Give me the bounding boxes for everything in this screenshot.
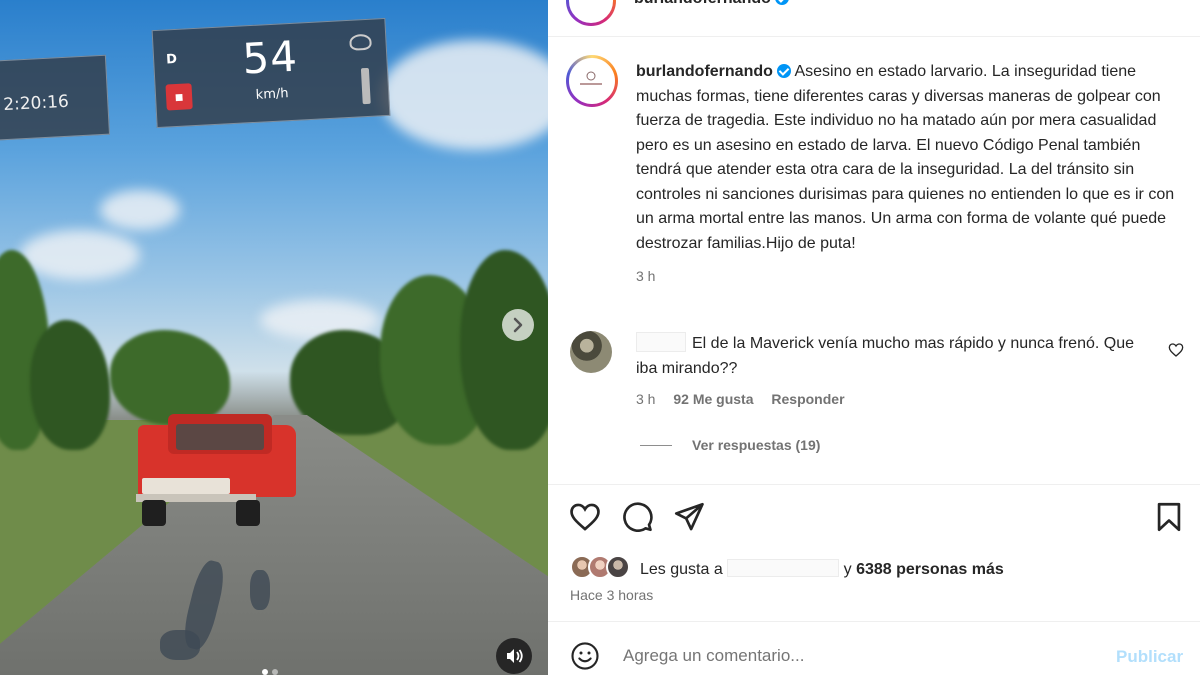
- comment-meta: 3 h 92 Me gusta Responder: [636, 391, 859, 407]
- header-username[interactable]: burlandofernando: [634, 0, 789, 8]
- redacted-username[interactable]: [636, 332, 686, 352]
- likes-text[interactable]: Les gusta a y 6388 personas más: [640, 559, 1004, 579]
- truck-grille: [142, 478, 230, 494]
- paper-plane-icon: [674, 502, 704, 531]
- speed-unit: km/h: [255, 86, 289, 103]
- view-replies-button[interactable]: Ver respuestas (19): [640, 437, 820, 453]
- sound-toggle-button[interactable]: [496, 638, 532, 674]
- cloud: [380, 40, 548, 150]
- speaker-icon: [507, 649, 523, 663]
- comment-button[interactable]: [620, 500, 654, 539]
- comment-bubble-icon: [623, 502, 653, 532]
- liker-avatar: [606, 555, 630, 579]
- post-actions: [568, 500, 1188, 534]
- caption-username[interactable]: burlandofernando: [636, 63, 773, 80]
- next-slide-button[interactable]: [502, 309, 534, 341]
- publish-button[interactable]: Publicar: [1116, 647, 1183, 667]
- comment-like-button[interactable]: [1168, 342, 1184, 363]
- save-button[interactable]: [1152, 500, 1186, 539]
- post-side-panel: burlandofernando burlandofernando Asesin…: [548, 0, 1200, 675]
- comment-likes[interactable]: 92 Me gusta: [673, 391, 753, 407]
- brand-logo-icon: [580, 71, 602, 85]
- bookmark-icon: [1157, 502, 1181, 532]
- speed-value: 54: [241, 31, 300, 84]
- caption-text: Asesino en estado larvario. La insegurid…: [636, 63, 1175, 252]
- likes-count[interactable]: 6388 personas más: [856, 561, 1004, 578]
- actions-divider: [548, 484, 1200, 485]
- share-button[interactable]: [672, 500, 706, 539]
- verified-badge-icon: [774, 0, 789, 5]
- emoji-button[interactable]: [570, 641, 600, 675]
- heart-icon: [1168, 343, 1184, 357]
- comment-text: El de la Maverick venía mucho mas rápido…: [636, 335, 1134, 377]
- dashcam-speed-panel: D ■ 54 km/h: [151, 17, 391, 129]
- steering-wheel-icon: [349, 33, 372, 51]
- truck-wheel: [142, 500, 166, 526]
- dashcam-clock: 2:20:16: [0, 54, 111, 142]
- road-crack: [250, 570, 270, 610]
- post-caption: burlandofernando Asesino en estado larva…: [636, 60, 1176, 289]
- carousel-dot: [272, 669, 278, 675]
- like-button[interactable]: [568, 500, 602, 539]
- truck-wheel: [236, 500, 260, 526]
- caption-avatar[interactable]: [566, 55, 618, 107]
- chevron-right-icon: [513, 317, 523, 333]
- level-bar: [360, 67, 371, 105]
- header-divider: [548, 36, 1200, 37]
- road-crack: [160, 630, 200, 660]
- post-time[interactable]: Hace 3 horas: [570, 587, 653, 603]
- comment-input[interactable]: [623, 646, 1103, 666]
- cloud: [100, 190, 180, 230]
- caption-time[interactable]: 3 h: [636, 264, 1176, 289]
- header-avatar[interactable]: [566, 0, 616, 26]
- redacted-liker[interactable]: [727, 559, 840, 577]
- truck-window: [176, 424, 264, 450]
- carousel-dot-active: [262, 669, 268, 675]
- cloud: [20, 230, 140, 280]
- verified-badge-icon: [776, 64, 791, 78]
- carousel-dots: [262, 662, 282, 675]
- seatbelt-warning-icon: ■: [165, 83, 193, 111]
- composer-divider: [548, 621, 1200, 622]
- comment: El de la Maverick venía mucho mas rápido…: [636, 332, 1136, 381]
- smiley-icon: [571, 642, 599, 670]
- gear-indicator: D: [165, 51, 178, 68]
- reply-button[interactable]: Responder: [771, 391, 844, 407]
- tree: [30, 320, 110, 450]
- dashcam-time: 2:20:16: [2, 91, 70, 116]
- commenter-avatar[interactable]: [570, 331, 612, 373]
- comment-time[interactable]: 3 h: [636, 391, 655, 407]
- post-media[interactable]: 2:20:16 D ■ 54 km/h: [0, 0, 548, 675]
- heart-icon: [570, 503, 600, 531]
- tree: [110, 330, 230, 425]
